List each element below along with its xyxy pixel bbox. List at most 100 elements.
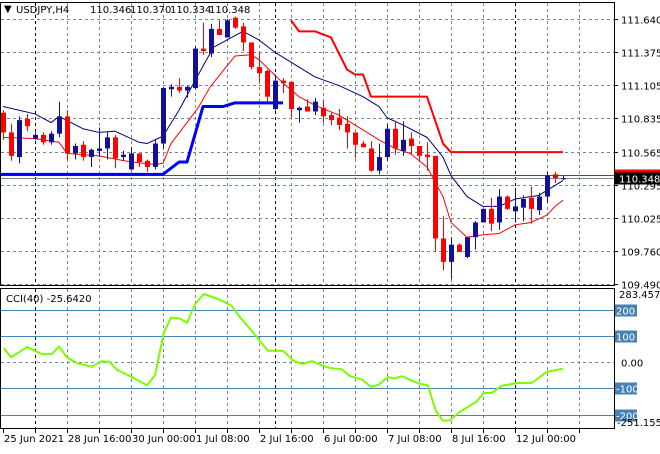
candle-bullish[interactable] [89,148,94,167]
candle-body [377,157,382,171]
candle-bearish[interactable] [65,110,70,160]
cci-min-label: -251.1553 [617,418,660,429]
candle-bullish[interactable] [209,23,214,58]
candle-bearish[interactable] [257,52,262,82]
time-label: 7 Jul 08:00 [388,434,442,445]
candle-body [361,143,366,148]
ohlc-high: 110.370 [130,5,171,16]
cci-plot[interactable] [3,293,564,422]
candle-bullish[interactable] [273,74,278,111]
candle-bearish[interactable] [113,134,118,169]
price-label: 110.565 [621,149,660,160]
candle-bullish[interactable] [169,84,174,97]
candle-bearish[interactable] [553,171,558,183]
candle-bullish[interactable] [521,195,526,222]
candle-bearish[interactable] [457,243,462,253]
candle-bullish[interactable] [465,237,470,259]
candle-body [505,196,510,209]
candle-bearish[interactable] [505,195,510,211]
candle-bearish[interactable] [217,20,222,36]
candle-body [121,154,126,158]
candle-body [281,80,286,84]
candle-body [497,196,502,223]
candle-bearish[interactable] [433,155,438,253]
price-label: 111.105 [621,82,660,93]
candle-body [321,107,326,117]
candle-bullish[interactable] [105,132,110,160]
candle-bullish[interactable] [57,101,62,138]
symbol-label: USDJPY,H4 [16,5,69,16]
candle-bearish[interactable] [81,141,86,161]
candle-bearish[interactable] [305,99,310,112]
chart-window[interactable]: ▼ USDJPY,H4 110.346 110.370 110.334 110.… [0,0,660,450]
candle-bearish[interactable] [353,132,358,159]
candle-bullish[interactable] [537,192,542,216]
cci-axis[interactable]: 200100-100-2000.00283.4578-251.1553 [615,290,660,429]
candle-body [129,153,134,170]
candle-bearish[interactable] [321,100,326,123]
candle-bearish[interactable] [9,123,14,161]
candle-bullish[interactable] [129,147,134,171]
candle-bearish[interactable] [409,132,414,155]
candle-bullish[interactable] [545,171,550,203]
candle-body [9,132,14,156]
candle-bearish[interactable] [1,110,6,140]
candle-bullish[interactable] [161,86,166,149]
candle-bullish[interactable] [153,138,158,170]
candle-bearish[interactable] [265,69,270,103]
candle-bearish[interactable] [369,141,374,172]
candle-bullish[interactable] [49,131,54,145]
candle-body [1,112,6,133]
cci-level-label: 100 [616,333,635,344]
candle-bearish[interactable] [25,113,30,132]
candle-body [529,197,534,209]
candle-bearish[interactable] [233,16,238,29]
candle-bullish[interactable] [385,123,390,161]
price-label: 110.835 [621,115,660,126]
collapse-arrow-icon[interactable]: ▼ [4,4,12,15]
candle-bearish[interactable] [201,22,206,55]
candle-bullish[interactable] [73,143,78,160]
candle-bearish[interactable] [249,42,254,70]
candle-bearish[interactable] [329,112,334,126]
candle-bearish[interactable] [361,141,366,148]
candle-bearish[interactable] [417,145,422,160]
candle-bullish[interactable] [561,175,566,181]
candle-body [249,42,254,68]
candle-bearish[interactable] [41,132,46,145]
candle-body [401,139,406,151]
candle-body [345,123,350,133]
candle-bullish[interactable] [225,19,230,38]
cci-level-label: 200 [616,307,635,318]
candle-bearish[interactable] [137,153,142,167]
candle-bullish[interactable] [449,237,454,280]
price-axis[interactable]: 111.640111.375111.105110.835110.565110.2… [614,16,660,292]
candle-bullish[interactable] [513,187,518,223]
candle-bullish[interactable] [193,46,198,90]
candle-body [489,208,494,224]
candle-bearish[interactable] [145,159,150,172]
candle-bullish[interactable] [377,143,382,175]
candle-body [241,26,246,43]
candle-bearish[interactable] [337,109,342,130]
candle-bearish[interactable] [289,81,294,118]
candle-body [41,134,46,143]
candle-bullish[interactable] [313,97,318,116]
candle-body [265,70,270,97]
candle-bullish[interactable] [297,106,302,123]
time-label: 8 Jul 16:00 [452,434,506,445]
candle-bearish[interactable] [489,197,494,232]
price-plot[interactable] [0,16,614,280]
candle-bullish[interactable] [497,189,502,230]
candle-body [545,175,550,197]
candle-bearish[interactable] [241,22,246,52]
candle-body [49,133,54,143]
candle-body [209,28,214,54]
candle-bullish[interactable] [17,116,22,164]
time-axis[interactable]: 25 Jun 2021 28 Jun 16:00 30 Jun 00:00 1 Jul… [3,429,580,445]
time-label: 1 Jul 08:00 [196,434,250,445]
cci-label: CCI(40) -25.6420 [6,294,92,305]
candle-bullish[interactable] [481,208,486,223]
candle-bullish[interactable] [473,221,478,250]
candle-bearish[interactable] [441,216,446,271]
